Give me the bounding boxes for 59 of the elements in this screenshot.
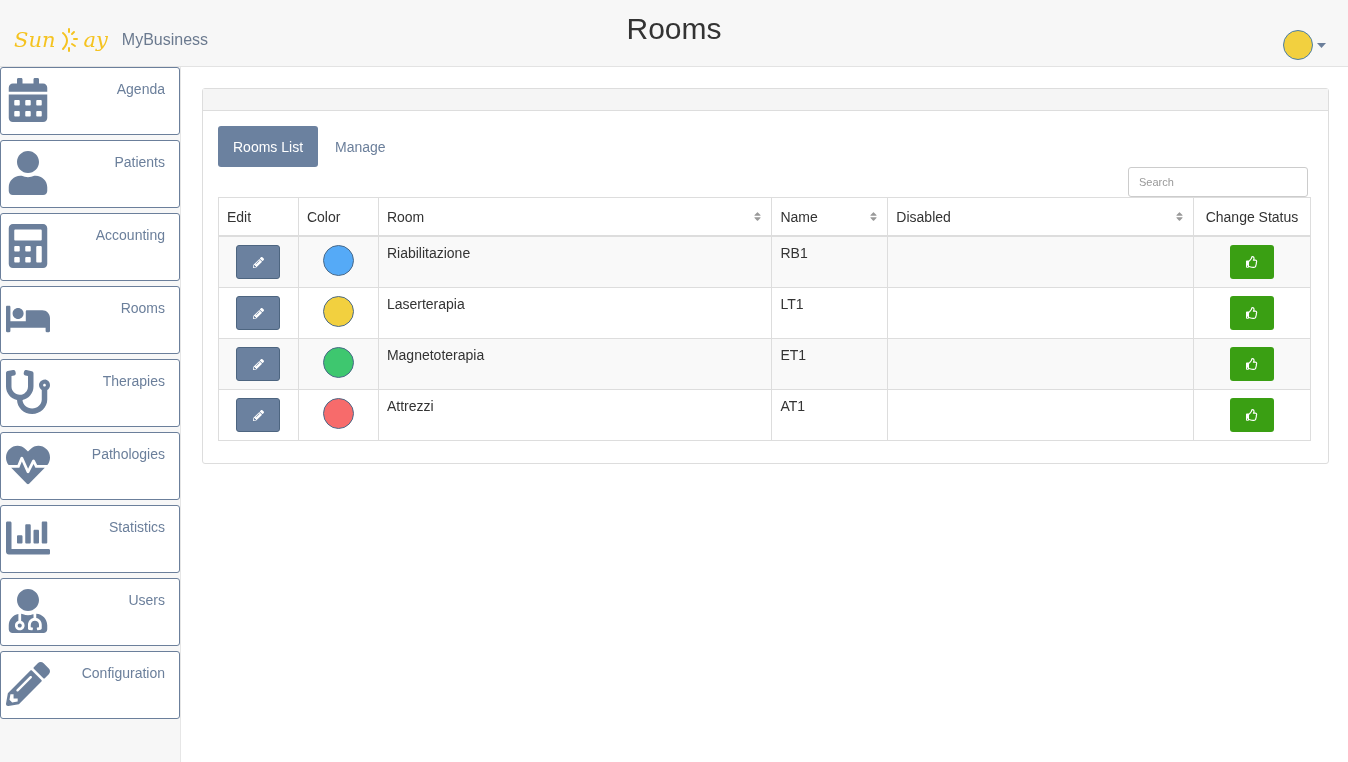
search-field[interactable]: Search [1128, 167, 1308, 197]
avatar[interactable] [1283, 30, 1313, 60]
caret-icon[interactable] [1317, 42, 1326, 48]
name-cell: AT1 [780, 398, 806, 414]
calculator-icon [6, 224, 50, 268]
column-header: Edit [227, 208, 252, 225]
name-cell: ET1 [780, 347, 807, 363]
column-header: Name [780, 208, 818, 225]
sidebar-item[interactable]: Pathologies [0, 432, 180, 500]
sidebar-item[interactable]: Statistics [0, 505, 180, 573]
sidebar-item[interactable]: Rooms [0, 286, 180, 354]
thumbs-up-icon [1246, 409, 1258, 421]
calendar-icon [6, 78, 50, 122]
room-cell: Laserterapia [386, 296, 465, 312]
sidebar-item[interactable]: Agenda [0, 67, 180, 135]
sidebar-item[interactable]: Therapies [0, 359, 180, 427]
tab[interactable]: Rooms List [218, 126, 319, 167]
heartbeat-icon [6, 443, 50, 487]
page-title: Rooms [626, 12, 722, 46]
pencil-icon [6, 662, 50, 706]
enable-button[interactable] [1230, 245, 1274, 279]
sort-icon[interactable] [1173, 211, 1185, 222]
room-cell: Attrezzi [386, 398, 434, 414]
edit-button[interactable] [236, 398, 281, 432]
name-cell: LT1 [780, 296, 804, 312]
room-cell: Riabilitazione [386, 245, 471, 261]
sort-icon[interactable] [868, 211, 880, 222]
edit-button[interactable] [236, 347, 281, 381]
edit-button[interactable] [236, 245, 281, 279]
app-name: MyBusiness [121, 30, 209, 49]
edit-button[interactable] [236, 296, 281, 330]
room-cell: Magnetoterapia [386, 347, 485, 363]
thumbs-up-icon [1246, 256, 1258, 268]
pencil-icon [253, 358, 264, 370]
brand-logo-text: Sun [14, 28, 56, 52]
sidebar-item[interactable]: Users [0, 578, 180, 646]
enable-button[interactable] [1230, 398, 1274, 432]
pencil-icon [253, 307, 264, 319]
person-icon [6, 151, 50, 195]
sidebar-item[interactable]: Configuration [0, 651, 180, 719]
thumbs-up-icon [1246, 307, 1258, 319]
column-header: Room [386, 208, 425, 225]
column-header: Color [306, 208, 341, 225]
brand-logo-text: ay [83, 28, 108, 52]
name-cell: RB1 [780, 245, 808, 261]
column-header: Change Status [1205, 208, 1299, 225]
column-header: Disabled [896, 208, 951, 225]
doctor-icon [6, 589, 50, 633]
sidebar-item[interactable]: Patients [0, 140, 180, 208]
pencil-icon [253, 256, 264, 268]
tab[interactable]: Manage [320, 126, 401, 167]
enable-button[interactable] [1230, 347, 1274, 381]
enable-button[interactable] [1230, 296, 1274, 330]
sun-icon [59, 27, 80, 53]
thumbs-up-icon [1246, 358, 1258, 370]
sidebar-item[interactable]: Accounting [0, 213, 180, 281]
stethoscope-icon [6, 370, 50, 414]
pencil-icon [253, 409, 264, 421]
sort-icon[interactable] [752, 211, 764, 222]
